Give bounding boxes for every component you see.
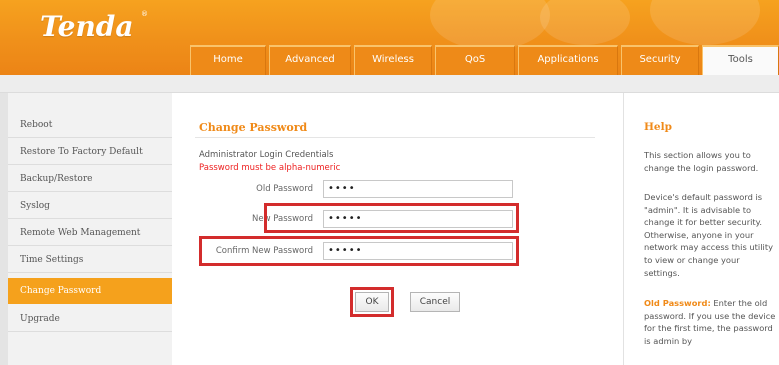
confirm-password-input[interactable]: ••••• [323, 242, 513, 260]
sidebar-item-upgrade[interactable]: Upgrade [8, 306, 172, 332]
sidebar-item-time-settings[interactable]: Time Settings [8, 247, 172, 273]
tab-applications[interactable]: Applications [518, 45, 618, 75]
help-term-old-password: Old Password: [644, 298, 711, 308]
help-title: Help [644, 121, 672, 133]
old-password-input[interactable]: •••• [323, 180, 513, 198]
header-bar: Tenda ® Home Advanced Wireless QoS Appli… [0, 0, 779, 75]
sidebar-item-syslog[interactable]: Syslog [8, 193, 172, 219]
help-panel: Help This section allows you to change t… [624, 93, 779, 365]
sidebar-edge [0, 93, 8, 365]
new-password-input[interactable]: ••••• [323, 210, 513, 228]
tab-security[interactable]: Security [621, 45, 699, 75]
ok-button[interactable]: OK [355, 292, 389, 312]
header-decoration [650, 0, 760, 45]
password-rule-note: Password must be alpha-numeric [199, 163, 341, 173]
help-paragraph: This section allows you to change the lo… [644, 150, 759, 173]
main-panel: Change Password Administrator Login Cred… [173, 93, 621, 365]
main-nav-tabs: Home Advanced Wireless QoS Applications … [180, 45, 779, 75]
new-password-label: New Password [252, 214, 313, 224]
header-decoration [540, 0, 630, 45]
sidebar-item-change-password[interactable]: Change Password [8, 278, 172, 304]
brand-logo: Tenda [40, 10, 134, 43]
sidebar-item-reboot[interactable]: Reboot [8, 112, 172, 138]
tab-advanced[interactable]: Advanced [269, 45, 351, 75]
old-password-label: Old Password [256, 184, 313, 194]
header-subbar [0, 75, 779, 93]
tab-wireless[interactable]: Wireless [354, 45, 432, 75]
sidebar-item-restore-factory-default[interactable]: Restore To Factory Default [8, 139, 172, 165]
brand-registered-mark: ® [141, 10, 148, 18]
tab-home[interactable]: Home [190, 45, 266, 75]
page-title: Change Password [199, 121, 308, 134]
sidebar-item-remote-web-management[interactable]: Remote Web Management [8, 220, 172, 246]
cancel-button[interactable]: Cancel [410, 292, 460, 312]
help-paragraph-old-password: Old Password: Enter the old password. If… [644, 297, 776, 347]
tab-qos[interactable]: QoS [435, 45, 515, 75]
header-decoration [430, 0, 550, 50]
confirm-password-label: Confirm New Password [215, 246, 313, 256]
section-heading: Administrator Login Credentials [199, 150, 334, 160]
sidebar-item-backup-restore[interactable]: Backup/Restore [8, 166, 172, 192]
help-paragraph: Device's default password is "admin". It… [644, 192, 774, 278]
title-divider [195, 137, 595, 138]
tab-tools[interactable]: Tools [702, 45, 779, 75]
